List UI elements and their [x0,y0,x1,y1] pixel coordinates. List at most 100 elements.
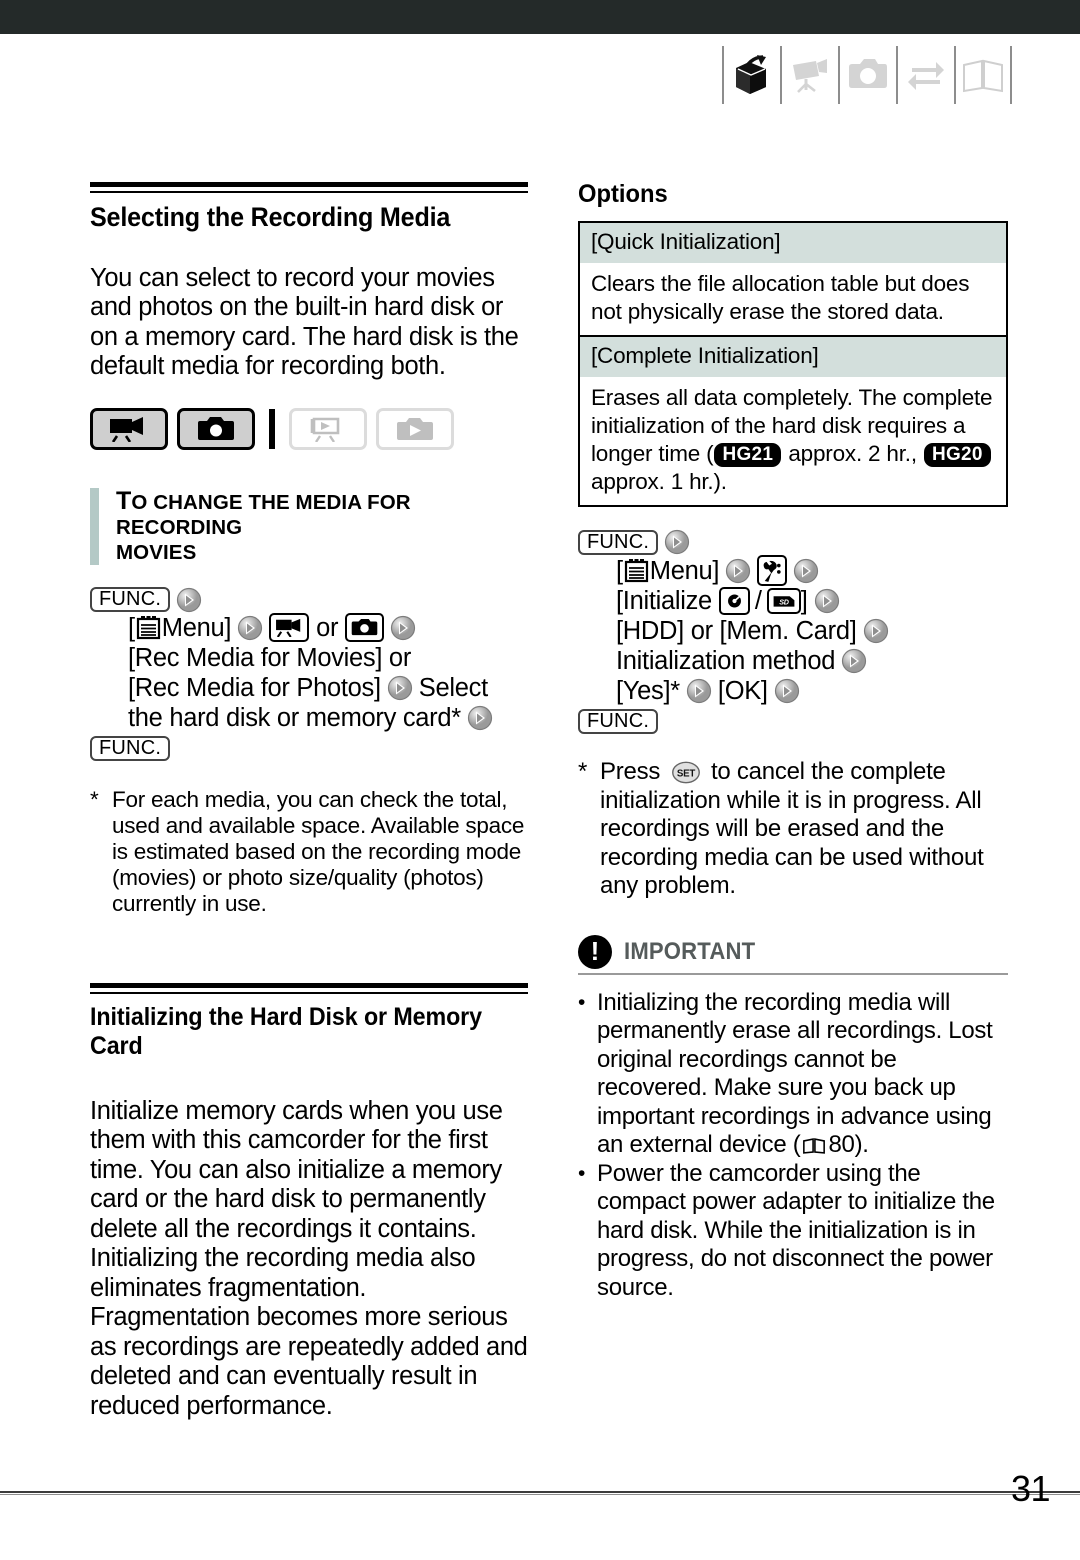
book-reference-icon [802,1137,826,1154]
procedure-line-rec-media-2: [Rec Media for Photos] Select [90,673,528,703]
arrow-right-icon [390,615,416,641]
page-reference: 80 [828,1131,855,1158]
page-title-2-line2: Card [90,1031,143,1060]
exchange-arrows-icon [896,46,954,104]
mode-play-movies[interactable] [289,407,367,450]
options-title: Options [578,180,668,208]
procedure-line-func-end: FUNC. [578,709,1008,734]
important-item-1-part1: Initializing the recording media will pe… [597,988,993,1159]
photo-camera-icon [838,46,896,104]
procedure-line-select-media: the hard disk or memory card* [90,703,528,733]
important-label: IMPORTANT [624,937,756,965]
intro-paragraph-2: Initialize memory cards when you use the… [90,1096,503,1302]
arrow-right-icon [863,618,889,644]
procedure-line-method: Initialization method [578,646,1008,676]
or-word: or [316,613,339,642]
func-key-button[interactable]: FUNC. [90,735,171,761]
sd-card-icon: SD [766,588,801,614]
mode-separator [269,408,275,449]
page-number: 31 [1010,1468,1051,1509]
footnote-text: For each media, you can check the total,… [112,786,525,916]
menu-label: Menu] [161,613,232,642]
select-media-label: the hard disk or memory card* [128,703,461,732]
right-footnote: * Press SET to cancel the complete initi… [578,758,1008,901]
ok-label: [OK] [717,677,768,705]
page-title-2: Initializing the Hard Disk or Memory Car… [90,1003,497,1061]
rec-media-movies-label: [Rec Media for Movies] or [128,643,412,672]
arrow-right-icon [237,615,263,641]
top-dark-bar [0,0,1080,34]
intro-paragraph-3: Fragmentation becomes more serious as re… [90,1303,528,1420]
arrow-right-icon [686,678,712,704]
menu-label: Menu] [649,556,720,585]
arrow-right-icon [387,675,413,701]
bracket-open: [ [616,556,623,585]
footnote-marker: * [578,758,588,785]
complete-body-part3: approx. 1 hr.). [591,469,727,494]
arrow-right-icon [725,558,751,584]
mode-button-row [90,407,528,450]
arrow-right-icon [774,678,800,704]
model-badge-hg21: HG21 [714,442,782,468]
mode-play-photos[interactable] [376,407,454,450]
list-item: • Initializing the recording media will … [578,989,1008,1160]
procedure-line-menu: [ Menu] [90,613,528,643]
important-item-1-text: Initializing the recording media will pe… [597,989,1008,1160]
box-arrow-icon [722,46,780,104]
func-key-button[interactable]: FUNC. [90,587,171,613]
initialization-method-label: Initialization method [616,647,836,675]
func-key-button[interactable]: FUNC. [578,709,659,734]
options-row-body-complete: Erases all data completely. The complete… [580,377,1006,505]
procedure-line-func-start: FUNC. [90,587,528,613]
model-badge-hg20: HG20 [923,442,991,468]
wrench-tools-menu-icon [757,555,788,586]
hard-disk-icon [718,587,750,615]
list-item: • Power the camcorder using the compact … [578,1160,1008,1303]
arrow-right-icon [793,558,819,584]
procedure-change-media: FUNC. [ Menu] or [Rec Media for Movies] … [90,587,528,761]
bracket-close: ] [800,587,808,615]
important-rule [578,972,1008,975]
set-key-icon: SET [671,761,701,784]
bullet-icon: • [578,990,586,1014]
func-key-button[interactable]: FUNC. [578,529,659,555]
callout-drop-cap: T [116,486,132,515]
intro-paragraph: You can select to record your movies and… [90,263,519,381]
callout-heading: TO CHANGE THE MEDIA FOR RECORDING MOVIES [90,487,528,565]
options-row-body-quick: Clears the file allocation table but doe… [580,263,1006,337]
page-title-2-line1: Initializing the Hard Disk or Memory [90,1002,482,1031]
hdd-or-card-label: [HDD] or [Mem. Card] [616,617,857,645]
bracket-open: [ [128,613,135,642]
procedure-line-yes-ok: [Yes]* [OK] [578,676,1008,706]
mode-record-photos[interactable] [177,407,255,450]
open-book-icon [954,46,1012,104]
camera-photo-menu-icon [345,613,385,643]
procedure-line-hdd-or-card: [HDD] or [Mem. Card] [578,616,1008,646]
rec-media-photos-label: [Rec Media for Photos] [128,673,381,702]
arrow-right-icon [176,587,202,613]
footnote-marker: * [90,786,99,812]
section-rule-2 [90,982,528,994]
procedure-line-func-end: FUNC. [90,735,528,761]
important-item-1-part2: ). [854,1131,869,1158]
yes-label: [Yes]* [616,677,680,705]
svg-text:SET: SET [676,769,694,780]
arrow-right-icon [664,529,690,555]
left-footnote: * For each media, you can check the tota… [90,787,528,917]
mode-record-movies[interactable] [90,407,168,450]
arrow-right-icon [841,648,867,674]
options-row-header-complete: [Complete Initialization] [580,337,1006,377]
svg-text:SD: SD [779,598,789,607]
exclamation-icon: ! [578,934,612,969]
complete-body-part2: approx. 2 hr., [782,441,923,466]
footnote-text: Press SET to cancel the complete initial… [600,758,1008,901]
slash-separator: / [754,587,762,615]
options-table: [Quick Initialization] Clears the file a… [578,221,1008,507]
callout-heading-text: TO CHANGE THE MEDIA FOR RECORDING MOVIES [116,488,528,565]
page-title: Selecting the Recording Media [90,202,451,232]
camera-video-menu-icon [269,613,310,643]
procedure-line-initialize: [Initialize / SD ] [578,586,1008,616]
bullet-icon: • [578,1161,586,1185]
important-list: • Initializing the recording media will … [578,989,1008,1303]
video-camera-icon [780,46,838,104]
